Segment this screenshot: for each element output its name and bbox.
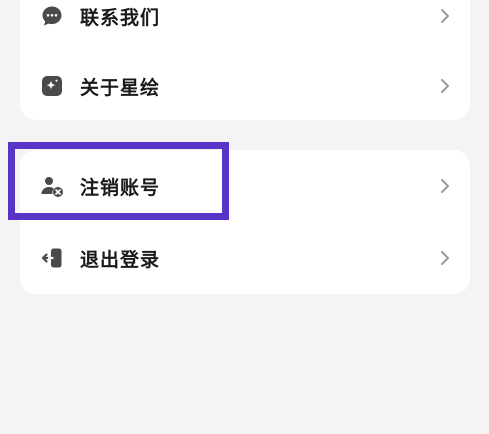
menu-item-label: 注销账号 [80, 176, 161, 199]
chevron-right-icon [436, 77, 454, 95]
chat-bubble-icon [40, 4, 64, 28]
menu-item-delete-account[interactable]: 注销账号 [20, 158, 470, 214]
menu-item-logout[interactable]: 退出登录 [20, 230, 470, 286]
settings-card-bottom: 注销账号 退出登录 [20, 150, 470, 294]
logout-icon [40, 246, 64, 270]
menu-item-label: 退出登录 [80, 248, 161, 271]
sparkle-icon [40, 74, 64, 98]
menu-item-contact-us[interactable]: 联系我们 [20, 0, 470, 44]
settings-card-top: 联系我们 关于星绘 [20, 0, 470, 120]
chevron-right-icon [436, 249, 454, 267]
user-remove-icon [40, 174, 64, 198]
chevron-right-icon [436, 177, 454, 195]
menu-item-label: 联系我们 [80, 6, 161, 29]
menu-item-about[interactable]: 关于星绘 [20, 58, 470, 114]
chevron-right-icon [436, 7, 454, 25]
menu-item-label: 关于星绘 [80, 76, 161, 99]
